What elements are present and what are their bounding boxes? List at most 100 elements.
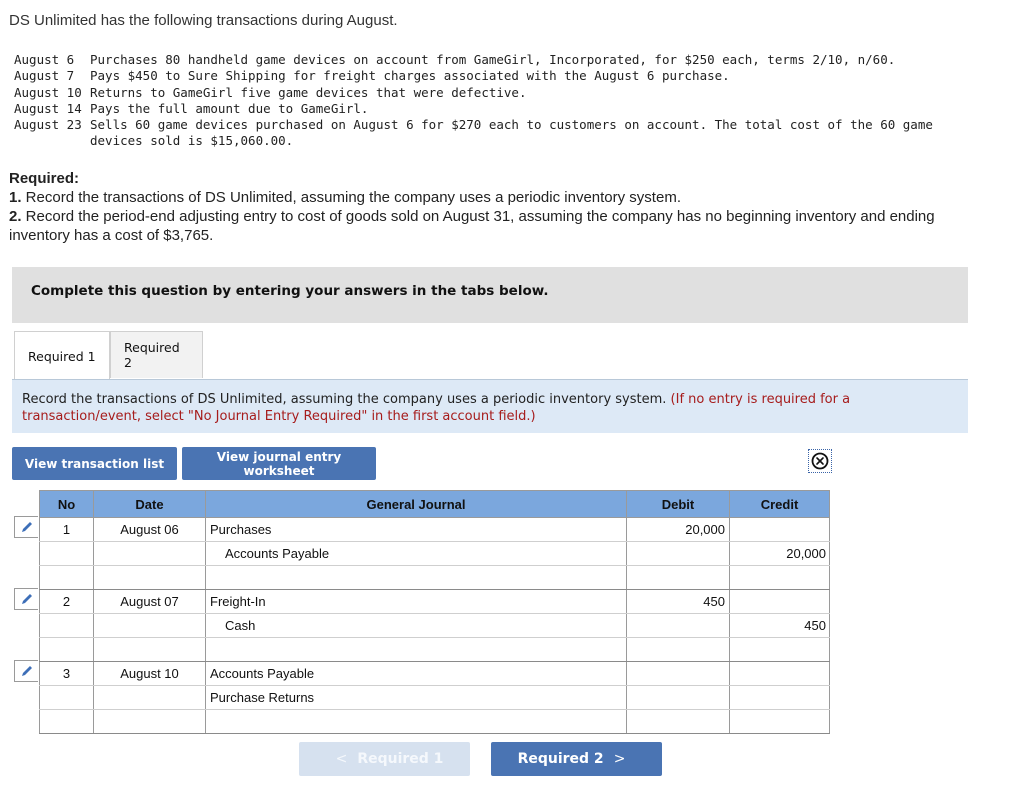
chevron-left-icon: < — [335, 751, 348, 767]
account-cell: Accounts Payable — [205, 541, 627, 566]
transaction-date: August 14 — [14, 100, 82, 116]
entry-no: 2 — [39, 589, 94, 614]
tab-required-1[interactable]: Required 1 — [14, 331, 110, 380]
debit-cell: 450 — [626, 589, 730, 614]
entry-no — [39, 541, 94, 566]
transaction-item: August 14 Pays the full amount due to Ga… — [14, 101, 970, 117]
entry-no — [39, 637, 94, 662]
entry-date — [93, 541, 206, 566]
debit-cell — [626, 661, 730, 686]
required-item-1: 1. Record the transactions of DS Unlimit… — [9, 188, 989, 207]
transaction-list: August 6 Purchases 80 handheld game devi… — [14, 52, 970, 150]
transaction-desc: Pays the full amount due to GameGirl. — [90, 100, 369, 116]
entry-no: 3 — [39, 661, 94, 686]
view-transaction-list-button[interactable]: View transaction list — [12, 447, 177, 480]
debit-cell: 20,000 — [626, 517, 730, 542]
account-cell: Accounts Payable — [205, 661, 627, 686]
table-row: 2 August 07 Freight-In 450 — [39, 589, 830, 614]
edit-entry-2-button[interactable] — [14, 588, 38, 610]
transaction-desc: Returns to GameGirl five game devices th… — [90, 84, 527, 100]
general-journal-table: No Date General Journal Debit Credit 1 A… — [39, 490, 830, 734]
next-required-button[interactable]: Required 2 > — [491, 742, 662, 776]
credit-cell — [729, 565, 830, 590]
pencil-icon — [21, 522, 32, 532]
required-num: 2. — [9, 208, 22, 225]
header-debit: Debit — [626, 490, 730, 518]
credit-cell — [729, 589, 830, 614]
credit-cell: 20,000 — [729, 541, 830, 566]
problem-intro: DS Unlimited has the following transacti… — [9, 12, 398, 29]
required-section: Required: 1. Record the transactions of … — [9, 169, 989, 245]
debit-cell — [626, 637, 730, 662]
prev-required-button[interactable]: < Required 1 — [299, 742, 470, 776]
credit-cell — [729, 709, 830, 734]
transaction-item: August 10 Returns to GameGirl five game … — [14, 85, 970, 101]
circle-x-icon — [811, 452, 829, 470]
table-header-row: No Date General Journal Debit Credit — [39, 490, 830, 518]
transaction-desc: Sells 60 game devices purchased on Augus… — [90, 117, 941, 149]
prev-label: Required 1 — [357, 751, 444, 767]
table-row: 3 August 10 Accounts Payable — [39, 661, 830, 686]
debit-cell — [626, 565, 730, 590]
chevron-right-icon: > — [613, 751, 626, 767]
table-row: 1 August 06 Purchases 20,000 — [39, 517, 830, 542]
tab-bar: Required 1 Required 2 — [14, 331, 203, 380]
transaction-item: August 7 Pays $450 to Sure Shipping for … — [14, 68, 970, 84]
next-label: Required 2 — [517, 751, 604, 767]
account-cell — [205, 637, 627, 662]
required-heading: Required: — [9, 170, 80, 187]
table-row: Accounts Payable 20,000 — [39, 541, 830, 566]
table-row: Purchase Returns — [39, 685, 830, 710]
transaction-date: August 10 — [14, 84, 82, 100]
pencil-icon — [21, 666, 32, 676]
header-credit: Credit — [729, 490, 830, 518]
header-account: General Journal — [205, 490, 627, 518]
required-item-2: 2. Record the period-end adjusting entry… — [9, 207, 989, 245]
entry-date — [93, 685, 206, 710]
instruction-text: Record the transactions of DS Unlimited,… — [22, 392, 667, 407]
header-date: Date — [93, 490, 206, 518]
debit-cell — [626, 685, 730, 710]
required-text: Record the transactions of DS Unlimited,… — [21, 189, 681, 206]
entry-no: 1 — [39, 517, 94, 542]
credit-cell: 450 — [729, 613, 830, 638]
credit-cell — [729, 637, 830, 662]
account-cell: Purchases — [205, 517, 627, 542]
header-no: No — [39, 490, 94, 518]
credit-cell — [729, 517, 830, 542]
account-cell: Freight-In — [205, 589, 627, 614]
tab-instruction: Record the transactions of DS Unlimited,… — [12, 379, 968, 433]
entry-date — [93, 709, 206, 734]
entry-no — [39, 709, 94, 734]
debit-cell — [626, 541, 730, 566]
tab-required-2[interactable]: Required 2 — [110, 331, 203, 378]
table-row: Cash 450 — [39, 613, 830, 638]
required-num: 1. — [9, 189, 22, 206]
entry-date — [93, 565, 206, 590]
transaction-desc: Pays $450 to Sure Shipping for freight c… — [90, 68, 730, 84]
table-row — [39, 565, 830, 590]
credit-cell — [729, 661, 830, 686]
debit-cell — [626, 709, 730, 734]
account-cell: Cash — [205, 613, 627, 638]
debit-cell — [626, 613, 730, 638]
instruction-banner: Complete this question by entering your … — [12, 267, 968, 323]
account-cell: Purchase Returns — [205, 685, 627, 710]
entry-no — [39, 613, 94, 638]
account-cell — [205, 565, 627, 590]
close-button[interactable] — [808, 449, 832, 473]
edit-entry-1-button[interactable] — [14, 516, 38, 538]
pencil-icon — [21, 594, 32, 604]
entry-no — [39, 565, 94, 590]
edit-entry-3-button[interactable] — [14, 660, 38, 682]
transaction-item: August 23 Sells 60 game devices purchase… — [14, 117, 970, 150]
entry-date: August 10 — [93, 661, 206, 686]
entry-no — [39, 685, 94, 710]
banner-text: Complete this question by entering your … — [31, 283, 549, 299]
entry-date: August 06 — [93, 517, 206, 542]
transaction-date: August 23 — [14, 117, 82, 133]
required-text: Record the period-end adjusting entry to… — [9, 208, 935, 244]
transaction-date: August 6 — [14, 52, 75, 67]
credit-cell — [729, 685, 830, 710]
view-journal-worksheet-button[interactable]: View journal entry worksheet — [182, 447, 376, 480]
